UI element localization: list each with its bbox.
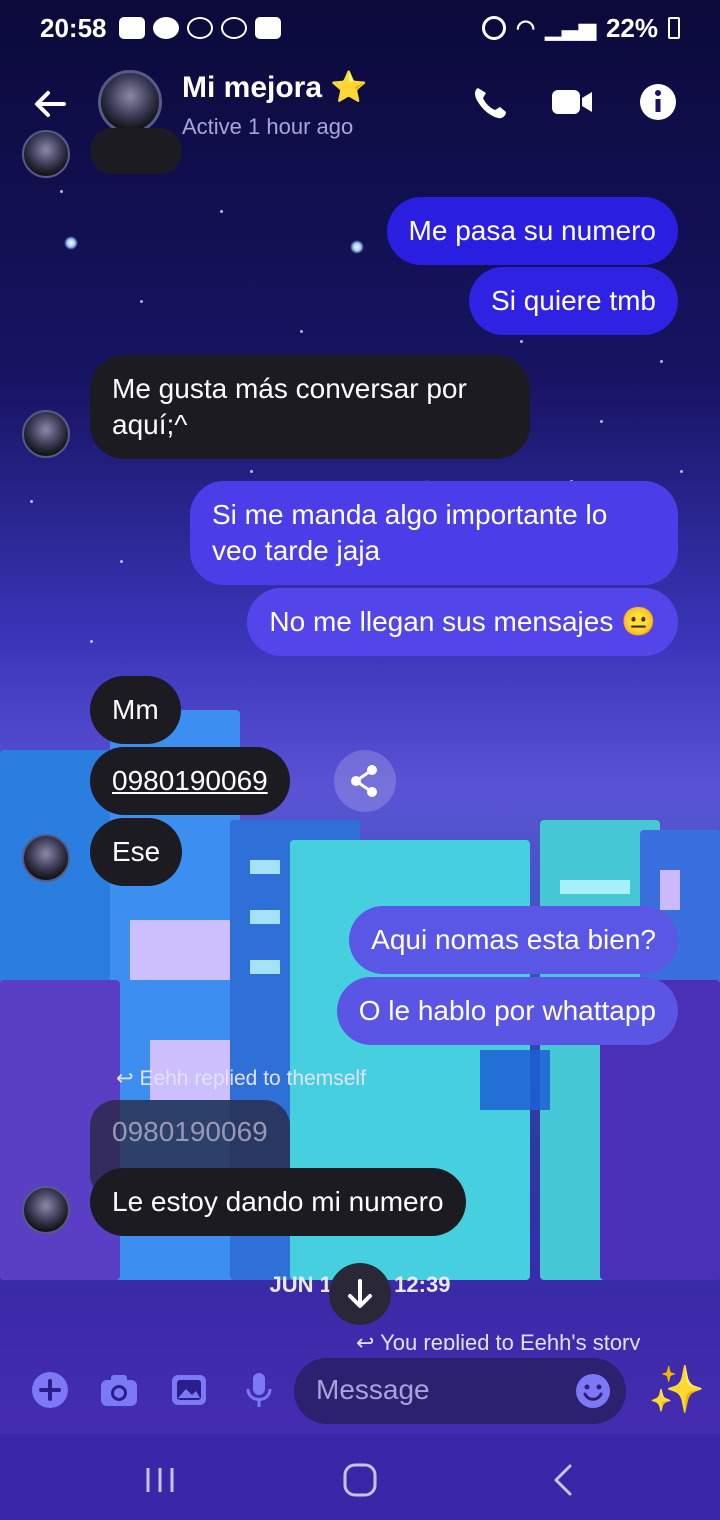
alarm-icon [481,16,506,40]
plus-icon[interactable] [30,1370,70,1410]
back-nav-icon[interactable] [544,1462,584,1498]
presence-status: Active 1 hour ago [182,114,354,139]
contact-avatar-small[interactable] [22,834,70,882]
message-bubble-outgoing[interactable]: Si quiere tmb [469,267,678,335]
arrow-down-icon [348,1279,372,1308]
home-icon[interactable] [340,1462,380,1498]
message-composer: ✨ [0,1350,720,1434]
message-bubble-outgoing[interactable]: Aqui nomas esta bien? [349,906,678,974]
alarm-notification-icon [220,17,247,39]
reply-arrow-icon: ↩ [356,1330,381,1350]
reply-label: Eehh replied to themself [139,1067,366,1090]
system-navigation-bar [0,1434,720,1520]
message-bubble-incoming[interactable]: Le estoy dando mi numero [90,1168,466,1236]
phone-call-icon[interactable] [468,82,512,122]
reply-indicator: ↩ Eehh replied to themself [116,1066,366,1091]
reply-arrow-icon: ↩ [116,1067,140,1090]
message-bubble-partial[interactable] [90,128,182,174]
youtube-notification-icon [118,17,145,39]
contact-avatar-small[interactable] [22,130,70,178]
video-call-icon[interactable] [550,82,594,122]
share-icon [351,765,377,797]
battery-level: 22% [605,12,658,43]
contact-avatar[interactable] [98,70,162,134]
date-label: JUN 1 [269,1272,332,1297]
message-bubble-incoming[interactable]: Mm [90,676,181,744]
phone-number-link[interactable]: 0980190069 [90,747,290,815]
status-bar: 20:58 ◠ ▁▃▅ 22% [0,0,720,56]
microphone-icon[interactable] [239,1370,279,1410]
status-time: 20:58 [40,12,107,43]
contact-avatar-small[interactable] [22,410,70,458]
story-reply-indicator: ↩ You replied to Eehh's story [356,1330,640,1350]
message-field[interactable] [294,1358,626,1424]
battery-charging-icon [668,17,680,39]
message-bubble-outgoing[interactable]: O le hablo por whattapp [336,977,678,1045]
contact-avatar-small[interactable] [22,1186,70,1234]
story-reply-label: You replied to Eehh's story [380,1330,641,1350]
signal-icon: ▁▃▅ [545,15,596,40]
wifi-icon: ◠ [515,15,536,40]
camera-icon[interactable] [99,1370,139,1410]
share-button[interactable] [334,750,396,812]
message-bubble-incoming[interactable]: Ese [90,818,183,886]
message-bubble-outgoing[interactable]: Me pasa su numero [386,197,678,265]
app-notification-icon [152,17,179,39]
message-bubble-outgoing[interactable]: Si me manda algo importante lo veo tarde… [190,481,678,585]
time-label: 12:39 [394,1272,451,1297]
sparkle-reaction-button[interactable]: ✨ [648,1364,705,1414]
gallery-icon[interactable] [169,1370,209,1410]
back-arrow-icon[interactable] [30,84,70,124]
info-icon[interactable] [636,82,680,122]
message-bubble-outgoing[interactable]: No me llegan sus mensajes 😐 [247,588,678,656]
contact-name[interactable]: Mi mejora ⭐ [182,70,368,105]
scroll-to-bottom-button[interactable] [329,1263,391,1325]
messenger-notification-icon [186,17,213,39]
emoji-icon[interactable] [574,1372,612,1410]
gallery-notification-icon [254,17,281,39]
message-bubble-incoming[interactable]: Me gusta más conversar por aquí;^ [90,355,530,459]
recent-apps-icon[interactable] [140,1462,180,1498]
message-input[interactable] [316,1370,556,1410]
